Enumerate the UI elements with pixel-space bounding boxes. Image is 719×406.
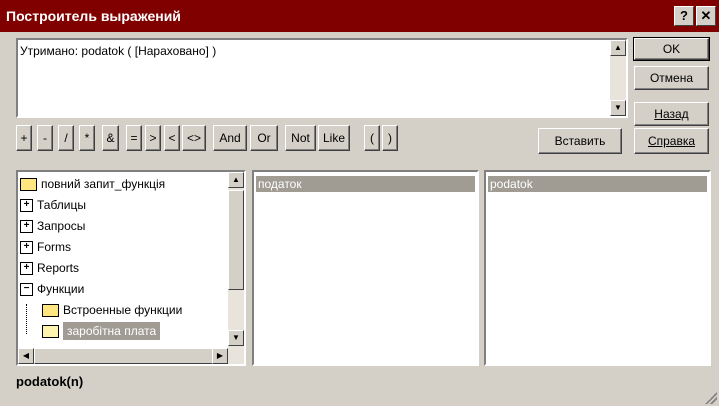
function-signature: podatok(n): [16, 374, 84, 389]
expression-text: Утримано: podatok ( [Нараховано] ): [20, 44, 217, 58]
expand-plus-icon[interactable]: +: [20, 262, 33, 276]
expand-plus-icon[interactable]: +: [20, 241, 33, 255]
insert-button[interactable]: Вставить: [538, 128, 622, 154]
hscroll-thumb[interactable]: [34, 348, 214, 364]
title-bar: Построитель выражений: [0, 0, 719, 32]
cancel-button[interactable]: Отмена: [634, 66, 709, 90]
op-equals-button[interactable]: =: [126, 125, 142, 151]
scroll-up-icon[interactable]: ▲: [228, 172, 244, 188]
scroll-right-icon[interactable]: ▶: [212, 348, 228, 364]
tree-item-query[interactable]: повний запит_функція: [20, 174, 226, 195]
tree-item-functions[interactable]: − Функции: [20, 279, 226, 300]
op-multiply-button[interactable]: *: [79, 125, 95, 151]
right-list[interactable]: podatok: [484, 170, 711, 366]
op-greater-button[interactable]: >: [145, 125, 161, 151]
op-close-paren-button[interactable]: ): [382, 125, 398, 151]
scroll-thumb[interactable]: [228, 190, 244, 290]
close-title-button[interactable]: ✕: [696, 6, 716, 26]
tree-item-reports[interactable]: + Reports: [20, 258, 226, 279]
object-tree[interactable]: повний запит_функція + Таблицы + Запросы +…: [16, 170, 246, 366]
expand-plus-icon[interactable]: +: [20, 220, 33, 234]
back-button[interactable]: Назад: [634, 102, 709, 126]
op-minus-button[interactable]: -: [37, 125, 53, 151]
folder-icon: [20, 178, 37, 192]
tree-vscrollbar[interactable]: ▲ ▼: [228, 172, 244, 348]
help-button[interactable]: Справка: [634, 128, 709, 154]
tree-item-tables[interactable]: + Таблицы: [20, 195, 226, 216]
tree-items: повний запит_функція + Таблицы + Запросы +…: [20, 174, 226, 342]
folder-icon: [42, 304, 59, 318]
middle-list[interactable]: податок: [252, 170, 479, 366]
tree-item-payroll[interactable]: заробітна плата: [20, 321, 226, 342]
close-icon: ✕: [700, 8, 712, 23]
expand-plus-icon[interactable]: +: [20, 199, 33, 213]
op-like-button[interactable]: Like: [318, 125, 350, 151]
op-open-paren-button[interactable]: (: [364, 125, 380, 151]
scroll-left-icon[interactable]: ◀: [18, 348, 34, 364]
open-folder-icon: [42, 325, 59, 339]
op-or-button[interactable]: Or: [250, 125, 278, 151]
tree-item-queries[interactable]: + Запросы: [20, 216, 226, 237]
op-plus-button[interactable]: +: [16, 125, 32, 151]
tree-connector: [26, 304, 27, 334]
ok-button[interactable]: OK: [633, 37, 710, 61]
expand-minus-icon[interactable]: −: [20, 283, 33, 297]
op-not-button[interactable]: Not: [285, 125, 316, 151]
tree-item-forms[interactable]: + Forms: [20, 237, 226, 258]
help-title-button[interactable]: ?: [674, 6, 694, 26]
window-title: Построитель выражений: [6, 8, 181, 24]
expression-scrollbar[interactable]: ▲ ▼: [610, 40, 626, 116]
tree-item-builtin-functions[interactable]: Встроенные функции: [20, 300, 226, 321]
tree-hscrollbar[interactable]: ◀ ▶: [18, 348, 244, 364]
list-item[interactable]: податок: [256, 176, 475, 192]
op-divide-button[interactable]: /: [58, 125, 74, 151]
scroll-up-icon[interactable]: ▲: [610, 40, 626, 56]
scroll-down-icon[interactable]: ▼: [228, 330, 244, 346]
op-notequal-button[interactable]: <>: [182, 125, 206, 151]
op-and-button[interactable]: And: [213, 125, 247, 151]
op-concat-button[interactable]: &: [102, 125, 119, 151]
expression-editor[interactable]: Утримано: podatok ( [Нараховано] ) ▲ ▼: [16, 38, 628, 118]
op-less-button[interactable]: <: [164, 125, 180, 151]
resize-grip-icon[interactable]: [705, 392, 717, 404]
list-item[interactable]: podatok: [488, 176, 707, 192]
scroll-down-icon[interactable]: ▼: [610, 100, 626, 116]
